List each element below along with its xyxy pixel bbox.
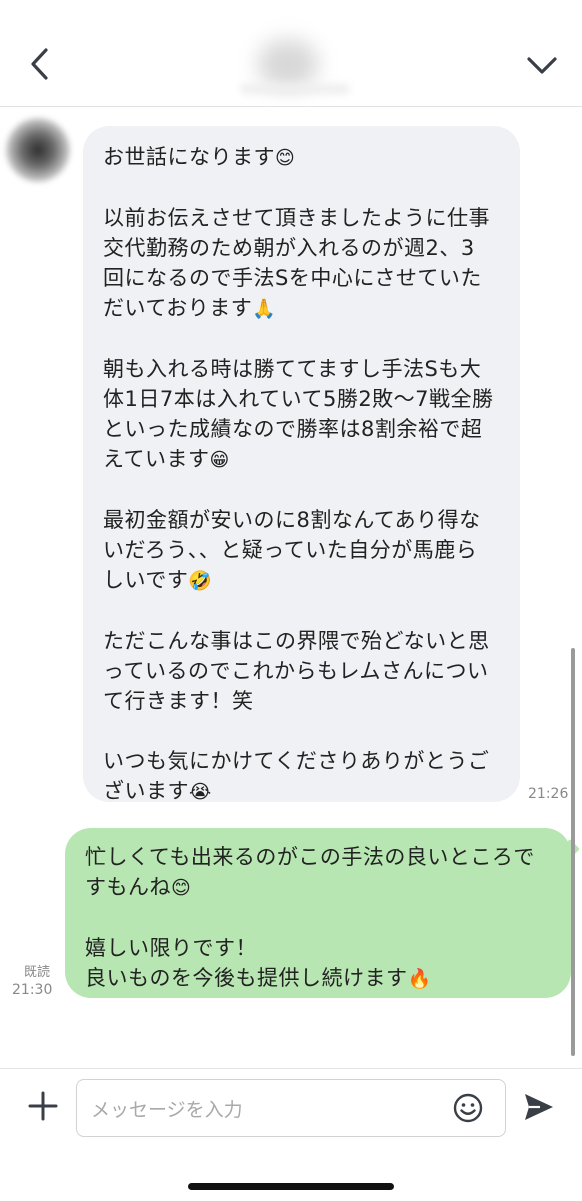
incoming-message-bubble[interactable]: お世話になります😊 以前お伝えさせて頂きましたように仕事 交代勤務のため朝が入れ…: [83, 126, 520, 803]
blurred-contact-subtitle: [240, 84, 350, 94]
outgoing-message-bubble[interactable]: 忙しくても出来るのがこの手法の良いところで すもんね😊 嬉しい限りです！ 良いも…: [65, 828, 571, 998]
back-chevron-icon[interactable]: [22, 44, 58, 84]
rofl-face-icon: 🤣: [188, 570, 213, 592]
grinning-face-icon: 😁: [209, 449, 230, 471]
chat-header: [0, 0, 582, 107]
message-paragraph: 朝も入れる時は勝ててますし手法Sも大 体1日7本は入れていて5勝2敗〜7戦全勝 …: [103, 357, 494, 471]
message-paragraph: 嬉しい限りです！ 良いものを今後も提供し続けます🔥: [85, 936, 432, 990]
incoming-timestamp: 21:26: [528, 786, 569, 802]
blurred-contact-name: [258, 40, 318, 88]
crying-face-icon: 😭: [189, 781, 212, 803]
home-indicator[interactable]: [188, 1183, 394, 1190]
read-receipt: 既読: [24, 965, 51, 980]
chevron-down-icon[interactable]: [522, 48, 562, 82]
message-paragraph: ただこんな事はこの界隈で殆どないと思 っているのでこれからもレムさんについ て行…: [103, 629, 490, 713]
contact-avatar[interactable]: [6, 118, 70, 182]
smiling-face-icon: 😊: [171, 877, 192, 899]
message-paragraph: お世話になります😊: [103, 145, 296, 169]
send-icon[interactable]: [522, 1091, 556, 1123]
message-paragraph: 以前お伝えさせて頂きましたように仕事 交代勤務のため朝が入れるのが週2、3 回に…: [103, 206, 490, 320]
message-paragraph: 最初金額が安いのに8割なんてあり得な いだろう、、と疑っていた自分が馬鹿ら しい…: [103, 508, 481, 592]
smiley-icon[interactable]: [451, 1091, 485, 1125]
folded-hands-icon: 🙏: [252, 298, 277, 320]
outgoing-timestamp: 21:30: [12, 982, 53, 998]
scrollbar[interactable]: [571, 648, 575, 1056]
plus-icon[interactable]: [26, 1089, 60, 1123]
message-paragraph: いつも気にかけてくださりありがとうご ざいます😭: [103, 749, 490, 803]
smiling-face-icon: 😊: [275, 147, 296, 169]
message-input[interactable]: [89, 1092, 453, 1128]
fire-icon: 🔥: [407, 968, 432, 990]
message-paragraph: 忙しくても出来るのがこの手法の良いところで すもんね😊: [85, 845, 535, 899]
message-input-box[interactable]: [76, 1079, 506, 1137]
message-composer: [0, 1068, 582, 1201]
